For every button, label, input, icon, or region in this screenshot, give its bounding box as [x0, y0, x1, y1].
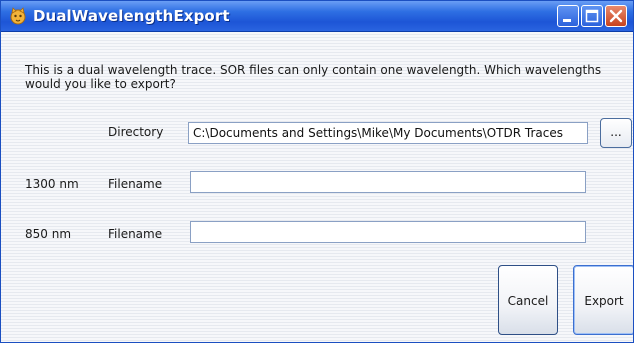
wavelength-850-label: 850 nm: [25, 227, 72, 241]
directory-label: Directory: [108, 125, 164, 139]
minimize-icon: [563, 19, 571, 22]
window-title: DualWavelengthExport: [33, 7, 230, 25]
maximize-icon: [585, 9, 599, 23]
filename-850-field[interactable]: [190, 221, 586, 243]
close-button[interactable]: [605, 5, 627, 27]
browse-button[interactable]: ...: [600, 118, 632, 148]
export-button[interactable]: Export: [573, 265, 633, 335]
close-icon: [609, 9, 623, 23]
wavelength-1300-label: 1300 nm: [25, 177, 79, 191]
filename-1300-label: Filename: [108, 177, 163, 191]
prompt-message: This is a dual wavelength trace. SOR fil…: [25, 63, 602, 91]
title-bar[interactable]: DualWavelengthExport: [1, 1, 633, 32]
filename-1300-field[interactable]: [190, 171, 586, 193]
dialog-window: DualWavelengthExport This is a dual wave…: [0, 0, 634, 343]
maximize-button[interactable]: [581, 5, 603, 27]
app-icon: [10, 7, 26, 25]
directory-field[interactable]: C:\Documents and Settings\Mike\My Docume…: [188, 122, 588, 144]
cancel-button[interactable]: Cancel: [498, 265, 558, 335]
minimize-button[interactable]: [557, 5, 579, 27]
filename-850-label: Filename: [108, 227, 163, 241]
